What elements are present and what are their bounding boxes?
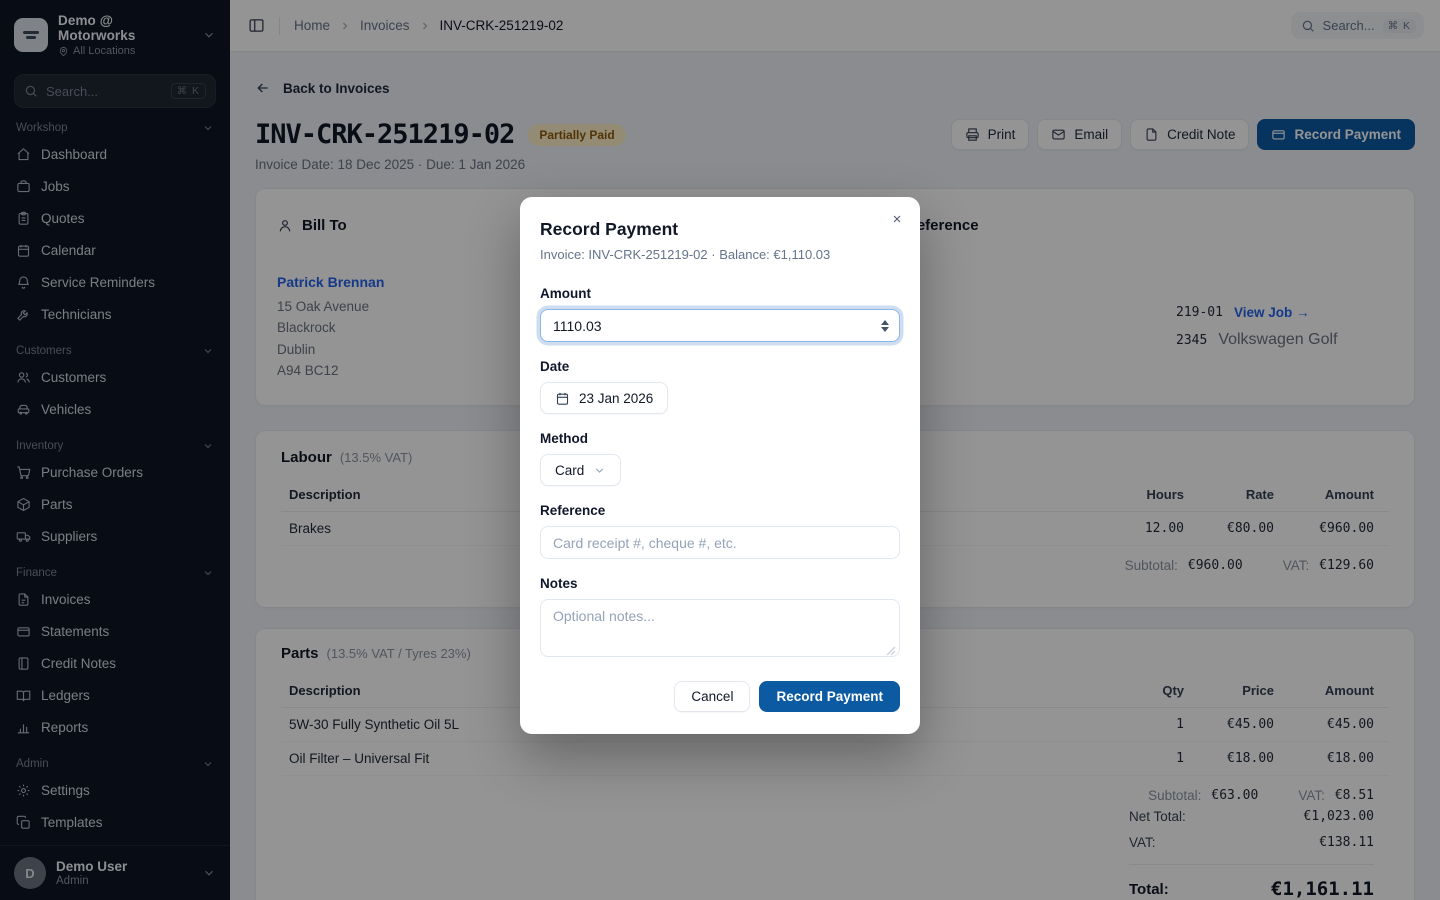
calendar-icon bbox=[555, 391, 570, 406]
modal-title: Record Payment bbox=[540, 219, 900, 240]
cancel-button[interactable]: Cancel bbox=[674, 681, 750, 712]
amount-stepper[interactable] bbox=[881, 320, 889, 332]
record-payment-submit-button[interactable]: Record Payment bbox=[759, 681, 900, 712]
date-label: Date bbox=[540, 359, 900, 374]
method-label: Method bbox=[540, 431, 900, 446]
date-picker-button[interactable]: 23 Jan 2026 bbox=[540, 382, 668, 414]
amount-input[interactable] bbox=[540, 309, 900, 342]
amount-label: Amount bbox=[540, 286, 900, 301]
resize-handle[interactable] bbox=[886, 646, 896, 656]
notes-label: Notes bbox=[540, 576, 900, 591]
chevron-down-icon bbox=[593, 464, 606, 477]
close-icon[interactable] bbox=[889, 211, 905, 227]
record-payment-modal: Record Payment Invoice: INV-CRK-251219-0… bbox=[520, 197, 920, 734]
modal-subtitle: Invoice: INV-CRK-251219-02 · Balance: €1… bbox=[540, 247, 900, 262]
reference-label: Reference bbox=[540, 503, 900, 518]
notes-textarea[interactable] bbox=[540, 599, 900, 657]
reference-input[interactable] bbox=[540, 526, 900, 559]
method-select[interactable]: Card bbox=[540, 454, 621, 486]
